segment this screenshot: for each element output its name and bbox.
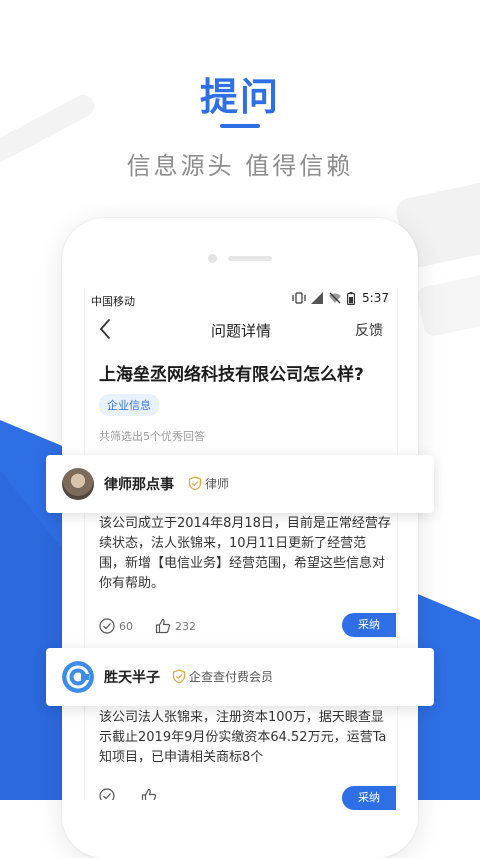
shield-check-icon — [188, 476, 202, 491]
question-tag[interactable]: 企业信息 — [99, 394, 159, 416]
author-badge: 律师 — [188, 475, 229, 492]
like-count: 232 — [175, 619, 196, 633]
answer-author-card[interactable]: 律师那点事 律师 — [46, 455, 434, 513]
badge-label: 律师 — [205, 477, 230, 491]
author-badge: 企查查付费会员 — [172, 668, 273, 685]
agree-button[interactable]: 60 — [99, 618, 133, 634]
author-name: 胜天半子 — [104, 670, 160, 686]
question-title: 上海垒丞网络科技有限公司怎么样? — [99, 365, 364, 385]
promo-title: 提问 — [199, 75, 280, 119]
signal-icon — [311, 292, 324, 304]
check-circle-icon — [99, 618, 115, 634]
feedback-button[interactable]: 反馈 — [355, 320, 383, 340]
brand-logo-icon — [62, 661, 94, 693]
promo-underline — [220, 124, 260, 128]
answer-author-card[interactable]: 胜天半子 企查查付费会员 — [46, 648, 434, 706]
check-circle-icon — [99, 788, 115, 800]
status-bar: 中国移动 5:37 — [85, 288, 397, 312]
avatar — [62, 468, 94, 500]
answer-content: 该公司法人张锦来，注册资本100万，据天眼查显示截止2019年9月份实缴资本64… — [99, 710, 387, 765]
agree-count: 60 — [119, 619, 133, 633]
badge-label: 企查查付费会员 — [189, 670, 274, 684]
author-name: 律师那点事 — [104, 477, 174, 493]
vibrate-icon — [292, 292, 306, 304]
adopt-button[interactable]: 采纳 — [342, 786, 396, 810]
speaker-grille — [228, 256, 272, 261]
answers-summary: 共筛选出5个优秀回答 — [99, 430, 205, 443]
avatar — [62, 661, 94, 693]
carrier-label: 中国移动 — [91, 295, 135, 308]
thumbs-up-icon — [155, 618, 171, 634]
adopt-button[interactable]: 采纳 — [342, 613, 396, 637]
phone-screen: 中国移动 5:37 问题详情 反馈 上海垒丞网络科技有限公司怎么样? 企业信息 … — [84, 288, 398, 800]
status-icons: 5:37 — [292, 291, 389, 305]
shield-check-icon — [172, 669, 186, 684]
status-time: 5:37 — [362, 291, 389, 305]
nav-bar: 问题详情 反馈 — [85, 316, 397, 346]
promo-subtitle: 信息源头 值得信赖 — [126, 152, 354, 180]
answer-stats: 60 232 — [99, 618, 218, 634]
answer-content: 该公司成立于2014年8月18日，目前是正常经营存续状态，法人张锦来，10月11… — [99, 516, 391, 591]
battery-icon — [347, 291, 356, 305]
like-button[interactable] — [141, 788, 161, 800]
wifi-off-icon — [329, 292, 342, 304]
like-button[interactable]: 232 — [155, 618, 196, 634]
answer-stats — [99, 788, 183, 800]
page-title: 问题详情 — [210, 322, 271, 340]
camera-dot — [208, 254, 217, 263]
agree-button[interactable] — [99, 788, 119, 800]
thumbs-up-icon — [141, 788, 157, 800]
